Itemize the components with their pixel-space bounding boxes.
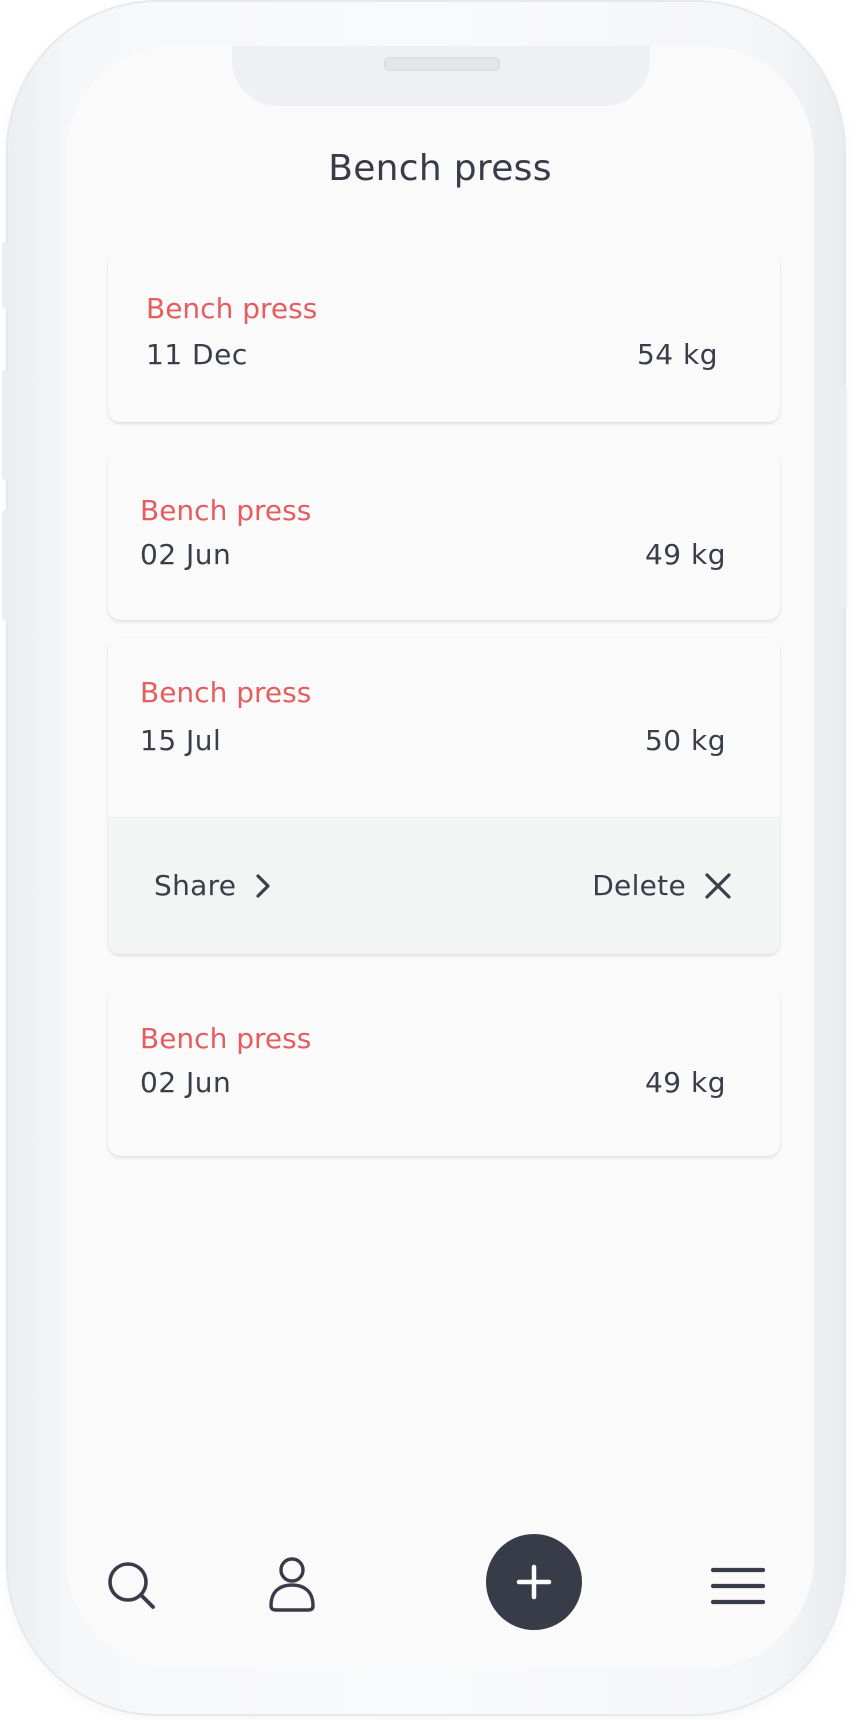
record-weight: 49 kg <box>644 538 726 571</box>
menu-icon[interactable] <box>710 1564 766 1608</box>
volume-up-button <box>2 370 9 480</box>
page-title: Bench press <box>328 148 552 189</box>
record-actions: Share Delete <box>108 817 780 954</box>
record-weight: 54 kg <box>636 338 718 371</box>
share-button[interactable]: Share <box>154 817 274 954</box>
record-card-expanded[interactable]: Bench press 15 Jul 50 kg Share Delete <box>108 638 780 954</box>
delete-label: Delete <box>592 869 686 902</box>
record-date: 02 Jun <box>140 538 232 571</box>
add-button[interactable] <box>486 1534 582 1630</box>
record-card[interactable]: Bench press 11 Dec 54 kg <box>108 252 780 422</box>
record-card[interactable]: Bench press 02 Jun 49 kg <box>108 986 780 1156</box>
record-title: Bench press <box>140 1022 312 1055</box>
record-title: Bench press <box>146 292 318 325</box>
notch <box>232 46 650 106</box>
record-date: 11 Dec <box>146 338 248 371</box>
record-title: Bench press <box>140 676 312 709</box>
delete-button[interactable]: Delete <box>592 817 732 954</box>
record-card[interactable]: Bench press 02 Jun 49 kg <box>108 450 780 620</box>
app-screen: Bench press Bench press 11 Dec 54 kg Ben… <box>66 46 814 1668</box>
speaker-grille <box>384 57 500 71</box>
close-icon <box>705 872 731 899</box>
profile-icon[interactable] <box>266 1556 318 1612</box>
share-label: Share <box>154 869 237 902</box>
record-date: 15 Jul <box>140 724 222 757</box>
record-title: Bench press <box>140 494 312 527</box>
add-icon <box>516 1564 552 1600</box>
power-button <box>840 386 847 608</box>
record-weight: 50 kg <box>644 724 726 757</box>
volume-down-button <box>2 510 9 620</box>
chevron-right-icon <box>256 873 270 898</box>
side-button <box>2 242 9 308</box>
record-date: 02 Jun <box>140 1066 232 1099</box>
search-icon[interactable] <box>106 1560 158 1612</box>
phone-frame: Bench press Bench press 11 Dec 54 kg Ben… <box>2 2 847 1714</box>
record-weight: 49 kg <box>644 1066 726 1099</box>
